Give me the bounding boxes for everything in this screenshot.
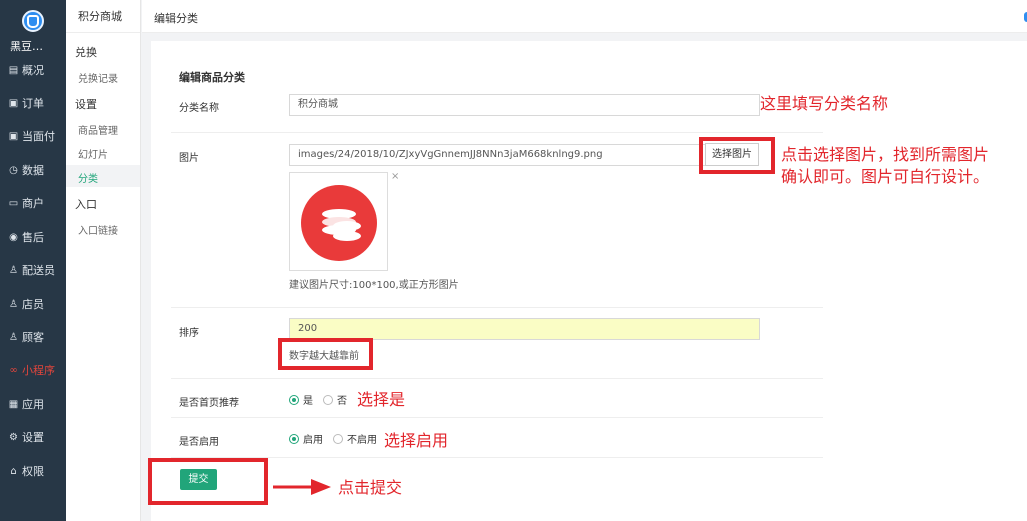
rail-item-pay[interactable]: ▣ 当面付: [8, 128, 55, 144]
rail-item-merchant[interactable]: ▭ 商户: [8, 195, 44, 211]
rail-item-label: 概况: [22, 64, 44, 77]
rail-item-data[interactable]: ◷ 数据: [8, 162, 44, 178]
radio-unchecked-icon: [333, 433, 343, 444]
rail-item-label: 设置: [22, 431, 44, 444]
image-label: 图片: [179, 153, 199, 164]
sort-order-input[interactable]: 200: [289, 318, 760, 340]
radio-unchecked-icon: [323, 394, 333, 405]
page-title: 编辑分类: [154, 12, 198, 25]
coin-shape: [333, 221, 361, 231]
rail-item-permission[interactable]: ⌂ 权限: [8, 463, 44, 479]
courier-icon: ♙: [9, 264, 18, 276]
rail-item-clerk[interactable]: ♙ 店员: [8, 296, 44, 312]
aftersale-icon: ◉: [9, 231, 18, 243]
rail-item-label: 当面付: [22, 130, 55, 143]
rail-item-label: 配送员: [22, 264, 55, 277]
secondary-menu: 积分商城 兑换 兑换记录 设置 商品管理 幻灯片 分类 入口 入口链接: [66, 0, 141, 521]
apps-icon: ▦: [8, 398, 19, 410]
rail-item-label: 数据: [22, 164, 44, 177]
rail-item-label: 售后: [22, 231, 44, 244]
dashboard-icon: ▤: [8, 64, 19, 76]
rail-item-label: 顾客: [22, 331, 44, 344]
annotation-submit-note: 点击提交: [338, 478, 403, 497]
home-recommend-no-radio[interactable]: 否: [323, 392, 347, 407]
image-path-input[interactable]: images/24/2018/10/ZJxyVgGnnemJJ8NNn3jaM6…: [289, 144, 707, 166]
divider: [171, 132, 823, 133]
merchant-icon: ▭: [8, 197, 19, 209]
annotation-box-submit: [148, 458, 268, 505]
category-name-label: 分类名称: [179, 103, 219, 114]
annotation-enable-note: 选择启用: [384, 431, 449, 450]
menu-link-slides[interactable]: 幻灯片: [78, 146, 108, 161]
enable-label: 是否启用: [179, 437, 219, 448]
rail-item-label: 订单: [22, 97, 44, 110]
rail-item-apps[interactable]: ▦ 应用: [8, 396, 44, 412]
rail-item-courier[interactable]: ♙ 配送员: [8, 262, 55, 278]
rail-item-orders[interactable]: ▣ 订单: [8, 95, 44, 111]
menu-link-goods[interactable]: 商品管理: [78, 122, 118, 137]
radio-label: 否: [337, 396, 347, 407]
radio-checked-icon: [289, 433, 299, 444]
data-icon: ◷: [9, 164, 18, 176]
radio-label: 启用: [303, 435, 323, 446]
permission-icon: ⌂: [10, 465, 17, 477]
form-card: 编辑商品分类 分类名称 积分商城 图片 images/24/2018/10/ZJ…: [151, 41, 1027, 521]
app-root: 黑豆… ▤ 概况 ▣ 订单 ▣ 当面付 ◷ 数据 ▭ 商户 ◉ 售后 ♙ 配送员 ♙ 店员 ♙ 顾…: [0, 0, 1027, 521]
annotation-box-choose-image: [699, 137, 775, 174]
menu-link-exchange-records[interactable]: 兑换记录: [78, 70, 118, 85]
enable-yes-radio[interactable]: 启用: [289, 431, 323, 446]
rail-item-overview[interactable]: ▤ 概况: [8, 62, 44, 78]
divider: [171, 378, 823, 379]
menu-group-exchange: 兑换: [75, 46, 97, 59]
home-recommend-label: 是否首页推荐: [179, 398, 239, 409]
rail-item-settings[interactable]: ⚙ 设置: [8, 429, 44, 445]
menu-link-category[interactable]: 分类: [78, 170, 98, 185]
rail-item-customer[interactable]: ♙ 顾客: [8, 329, 44, 345]
rail-item-label: 权限: [22, 465, 44, 478]
rail-item-label: 店员: [22, 298, 44, 311]
annotation-image-note-line2: 确认即可。图片可自行设计。: [781, 167, 990, 186]
enable-no-radio[interactable]: 不启用: [333, 431, 377, 446]
rail-item-label: 商户: [22, 197, 44, 210]
radio-checked-icon: [289, 394, 299, 405]
secondary-menu-title: 积分商城: [66, 0, 140, 33]
form-heading: 编辑商品分类: [179, 71, 245, 84]
image-preview: [289, 172, 388, 271]
home-recommend-yes-radio[interactable]: 是: [289, 392, 313, 407]
pay-icon: ▣: [8, 130, 19, 142]
rail-item-label: 应用: [22, 398, 44, 411]
rail-item-miniprogram[interactable]: ∞ 小程序: [8, 362, 55, 378]
annotation-name-note: 这里填写分类名称: [760, 94, 889, 113]
rail-item-label: 小程序: [22, 364, 55, 377]
shop-name[interactable]: 黑豆…: [10, 38, 43, 54]
settings-icon: ⚙: [9, 431, 18, 443]
remove-image-icon[interactable]: ×: [391, 171, 399, 182]
app-logo-icon[interactable]: [22, 10, 44, 32]
sort-order-label: 排序: [179, 328, 199, 339]
coin-shape: [333, 231, 361, 241]
clerk-icon: ♙: [9, 298, 18, 310]
menu-link-entry-link[interactable]: 入口链接: [78, 222, 118, 237]
image-size-hint: 建议图片尺寸:100*100,或正方形图片: [289, 280, 459, 291]
radio-label: 是: [303, 396, 313, 407]
rail-item-aftersale[interactable]: ◉ 售后: [8, 229, 44, 245]
annotation-box-order-hint: [278, 338, 373, 370]
annotation-home-note: 选择是: [357, 390, 406, 409]
divider: [171, 417, 823, 418]
divider: [171, 307, 823, 308]
menu-group-entry: 入口: [75, 198, 97, 211]
miniprogram-icon: ∞: [9, 364, 18, 376]
left-rail: 黑豆… ▤ 概况 ▣ 订单 ▣ 当面付 ◷ 数据 ▭ 商户 ◉ 售后 ♙ 配送员 ♙ 店员 ♙ 顾…: [0, 0, 66, 521]
radio-label: 不启用: [347, 435, 377, 446]
top-bar: 编辑分类: [142, 0, 1027, 33]
order-icon: ▣: [8, 97, 19, 109]
annotation-arrow-icon: [273, 479, 331, 495]
annotation-image-note-line1: 点击选择图片，找到所需图片: [781, 145, 990, 164]
menu-group-settings: 设置: [75, 98, 97, 111]
customer-icon: ♙: [9, 331, 18, 343]
category-name-input[interactable]: 积分商城: [289, 94, 760, 116]
coins-image: [301, 185, 377, 261]
divider: [171, 457, 823, 458]
